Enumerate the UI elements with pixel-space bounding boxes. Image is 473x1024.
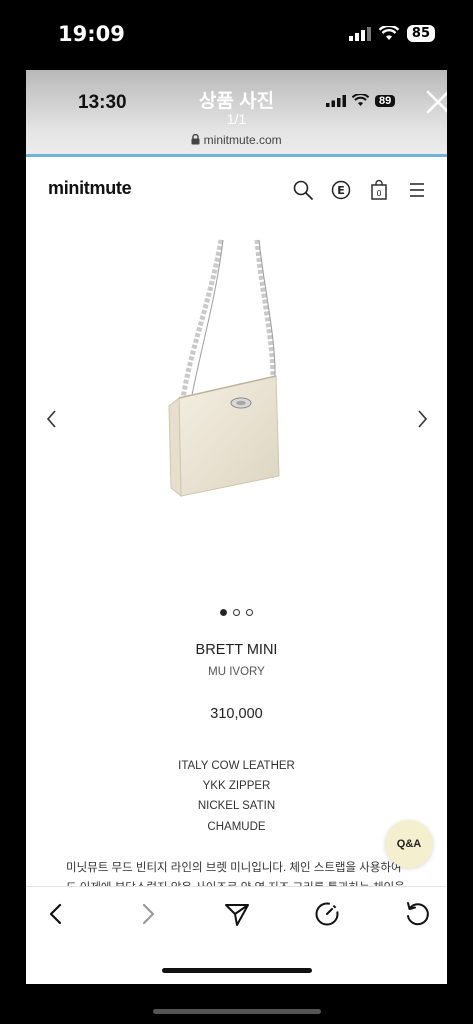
wifi-icon [352, 94, 369, 107]
wifi-icon [378, 26, 399, 40]
image-counter: 1/1 [226, 111, 247, 127]
signal-icon [348, 26, 371, 41]
battery-icon: 85 [406, 25, 435, 42]
carousel-dot[interactable] [246, 609, 253, 616]
refresh-icon[interactable] [402, 899, 432, 929]
close-icon[interactable] [424, 88, 447, 116]
spec-item: YKK ZIPPER [202, 780, 271, 792]
status-icons: 85 [348, 25, 435, 42]
next-image-arrow[interactable] [412, 406, 432, 432]
home-indicator [162, 968, 312, 973]
carousel-dots [26, 609, 447, 616]
lock-icon [191, 133, 200, 145]
history-icon[interactable] [312, 899, 342, 929]
site-logo[interactable]: minitmute [48, 178, 132, 199]
screenshot-viewer: 13:30 상품 사진 1/1 minitmute.com 89 minitmu… [26, 70, 447, 984]
spec-item: ITALY COW LEATHER [178, 760, 295, 772]
previous-image-arrow[interactable] [42, 406, 62, 432]
qa-button[interactable]: Q&A [385, 820, 433, 868]
spec-item: NICKEL SATIN [197, 800, 276, 812]
viewer-header: 13:30 상품 사진 1/1 minitmute.com 89 [26, 70, 447, 156]
cart-icon[interactable]: 0 [368, 179, 390, 201]
menu-icon[interactable] [406, 179, 428, 201]
signal-icon [326, 94, 346, 107]
url-text: minitmute.com [203, 133, 282, 147]
carousel-dot[interactable] [233, 609, 240, 616]
product-name: BRETT MINI [195, 642, 278, 658]
url-bar[interactable]: minitmute.com [26, 133, 447, 147]
spec-item: CHAMUDE [207, 821, 266, 833]
product-color: MU IVORY [208, 666, 265, 678]
product-price: 310,000 [210, 706, 263, 722]
e-circle-icon[interactable]: E [330, 179, 352, 201]
battery-icon: 89 [375, 94, 396, 107]
loading-progress-bar [26, 154, 447, 157]
share-icon[interactable] [222, 899, 252, 929]
cart-count: 0 [376, 189, 381, 198]
site-header: minitmute E 0 [26, 175, 447, 211]
back-icon[interactable] [42, 899, 72, 929]
status-time: 19:09 [58, 22, 125, 46]
browser-toolbar [26, 886, 447, 984]
inner-status-icons: 89 [326, 94, 396, 107]
forward-icon[interactable] [132, 899, 162, 929]
outer-status-bar: 19:09 85 [0, 0, 473, 70]
product-image[interactable] [161, 238, 311, 503]
outer-home-indicator [153, 1009, 321, 1014]
svg-text:E: E [337, 184, 345, 197]
carousel-dot[interactable] [220, 609, 227, 616]
search-icon[interactable] [292, 179, 314, 201]
description-line: 미닛뮤트 무드 빈티지 라인의 브렛 미니입니다. 체인 스트랩을 사용하여 [66, 862, 402, 874]
